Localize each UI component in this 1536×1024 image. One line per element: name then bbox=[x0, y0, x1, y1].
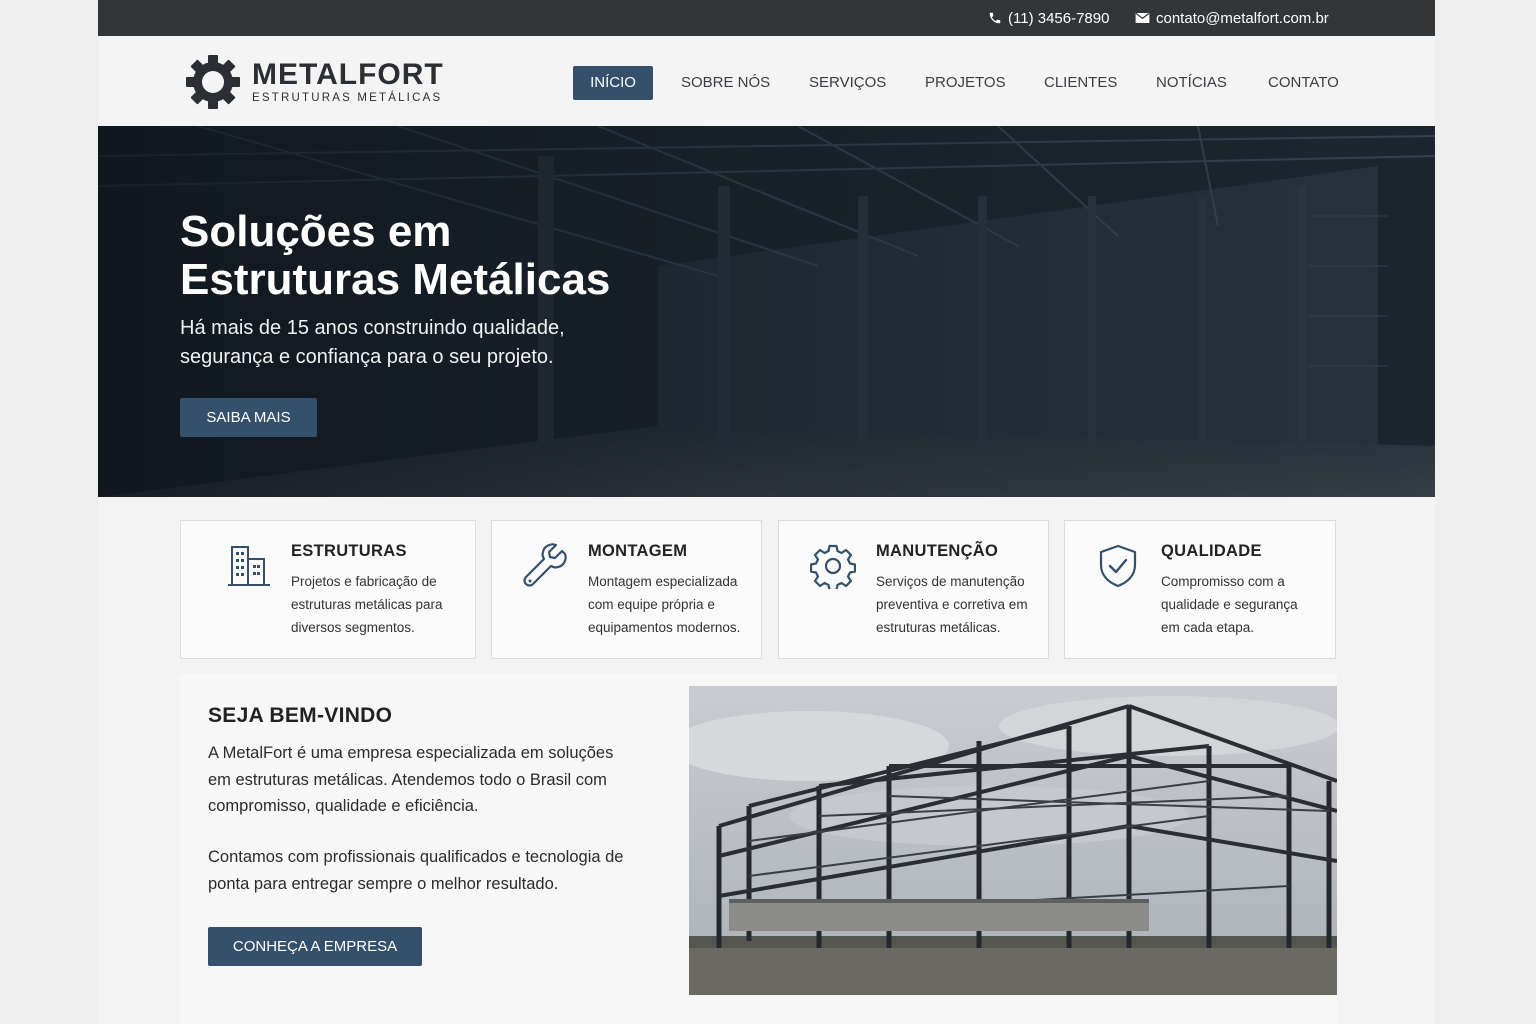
welcome-title: SEJA BEM-VINDO bbox=[208, 704, 393, 727]
hero-title-line-2: Estruturas Metálicas bbox=[180, 255, 611, 304]
feature-card-estruturas[interactable]: ESTRUTURAS Projetos e fabricação de estr… bbox=[180, 520, 476, 659]
feature-title: MANUTENÇÃO bbox=[876, 542, 999, 560]
gear-icon bbox=[810, 544, 856, 589]
hero-banner: Soluções em Estruturas Metálicas Há mais… bbox=[98, 126, 1435, 497]
envelope-icon bbox=[1135, 12, 1150, 23]
nav-item-contato[interactable]: CONTATO bbox=[1268, 66, 1339, 100]
logo-tagline: ESTRUTURAS METÁLICAS bbox=[252, 92, 443, 104]
feature-text: Projetos e fabricação de estruturas metá… bbox=[291, 574, 443, 635]
welcome-paragraph-1: A MetalFort é uma empresa especializada … bbox=[208, 744, 614, 815]
phone-number: (11) 3456-7890 bbox=[1008, 9, 1110, 27]
building-icon bbox=[228, 546, 270, 586]
feature-title: QUALIDADE bbox=[1161, 542, 1262, 560]
logo[interactable]: METALFORT ESTRUTURAS METÁLICAS bbox=[186, 55, 444, 109]
warehouse-background-image bbox=[98, 126, 1435, 497]
top-bar: (11) 3456-7890 contato@metalfort.com.br bbox=[98, 0, 1435, 36]
page: (11) 3456-7890 contato@metalfort.com.br bbox=[98, 0, 1435, 1024]
nav-item-inicio[interactable]: INÍCIO bbox=[573, 66, 653, 100]
saiba-mais-button[interactable]: SAIBA MAIS bbox=[180, 398, 317, 437]
feature-card-montagem[interactable]: MONTAGEM Montagem especializada com equi… bbox=[491, 520, 762, 659]
welcome-paragraph-2: Contamos com profissionais qualificados … bbox=[208, 848, 624, 893]
phone-icon bbox=[989, 12, 1001, 24]
feature-text: Montagem especializada com equipe própri… bbox=[588, 574, 741, 635]
welcome-section: SEJA BEM-VINDO A MetalFort é uma empresa… bbox=[180, 674, 1337, 1024]
feature-title: MONTAGEM bbox=[588, 542, 688, 560]
feature-title: ESTRUTURAS bbox=[291, 542, 407, 560]
feature-card-manutencao[interactable]: MANUTENÇÃO Serviços de manutenção preven… bbox=[778, 520, 1049, 659]
gear-icon bbox=[186, 55, 240, 109]
nav-item-servicos[interactable]: SERVIÇOS bbox=[809, 66, 886, 100]
hero-title: Soluções em Estruturas Metálicas bbox=[180, 208, 780, 304]
feature-text: Compromisso com a qualidade e segurança … bbox=[1161, 574, 1298, 635]
hero-subtitle: Há mais de 15 anos construindo qualidade… bbox=[180, 317, 565, 368]
nav-item-projetos[interactable]: PROJETOS bbox=[925, 66, 1006, 100]
steel-structure-photo bbox=[689, 686, 1337, 995]
shield-check-icon bbox=[1099, 544, 1137, 588]
feature-text: Serviços de manutenção preventiva e corr… bbox=[876, 574, 1028, 635]
wrench-icon bbox=[523, 543, 567, 587]
email-address: contato@metalfort.com.br bbox=[1156, 9, 1329, 27]
feature-card-qualidade[interactable]: QUALIDADE Compromisso com a qualidade e … bbox=[1064, 520, 1336, 659]
email-contact[interactable]: contato@metalfort.com.br bbox=[1135, 0, 1329, 36]
nav-item-clientes[interactable]: CLIENTES bbox=[1044, 66, 1117, 100]
phone-contact[interactable]: (11) 3456-7890 bbox=[988, 0, 1109, 36]
site-header: METALFORT ESTRUTURAS METÁLICAS INÍCIO SO… bbox=[98, 36, 1435, 126]
nav-item-sobre-nos[interactable]: SOBRE NÓS bbox=[681, 66, 770, 100]
nav-item-noticias[interactable]: NOTÍCIAS bbox=[1156, 66, 1227, 100]
logo-name: METALFORT bbox=[252, 58, 444, 91]
hero-title-line-1: Soluções em bbox=[180, 207, 452, 256]
conheca-empresa-button[interactable]: CONHEÇA A EMPRESA bbox=[208, 927, 422, 966]
